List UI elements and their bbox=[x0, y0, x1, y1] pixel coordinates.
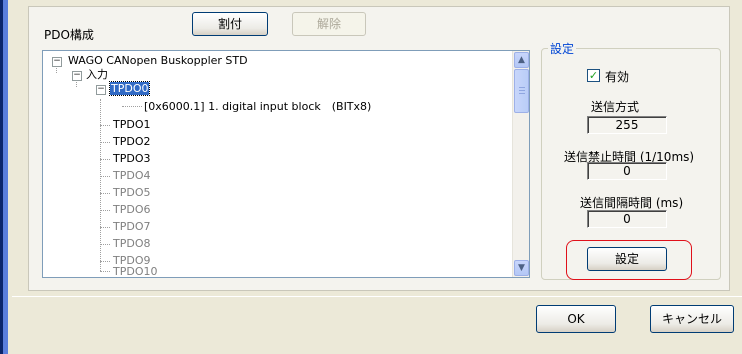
event-timer-field[interactable]: 0 bbox=[587, 210, 667, 228]
tree-line bbox=[100, 261, 110, 262]
tree-line bbox=[100, 176, 110, 177]
inhibit-time-field[interactable]: 0 bbox=[587, 162, 667, 180]
cancel-button[interactable]: キャンセル bbox=[650, 305, 734, 333]
apply-settings-button[interactable]: 設定 bbox=[587, 247, 667, 271]
tree-line bbox=[100, 142, 110, 143]
enabled-label: 有効 bbox=[605, 70, 630, 84]
ok-button[interactable]: OK bbox=[536, 305, 616, 333]
tree-line bbox=[100, 159, 110, 160]
tree-node-tpdo2[interactable]: TPDO2 bbox=[113, 135, 150, 148]
collapse-input-icon[interactable]: − bbox=[72, 71, 82, 81]
scroll-grip bbox=[519, 90, 525, 91]
enabled-checkbox[interactable]: ✓ bbox=[587, 69, 600, 82]
pdo-config-label: PDO構成 bbox=[44, 28, 94, 42]
tree-vertical-scrollbar[interactable]: ▲ ▼ bbox=[512, 51, 529, 277]
tree-line bbox=[122, 106, 142, 107]
tree-line bbox=[100, 227, 110, 228]
scroll-down-icon[interactable]: ▼ bbox=[514, 260, 529, 276]
separator bbox=[12, 296, 742, 297]
tree-node-tpdo1[interactable]: TPDO1 bbox=[113, 118, 150, 131]
tree-node-tpdo6[interactable]: TPDO6 bbox=[113, 203, 150, 216]
tree-line bbox=[100, 125, 110, 126]
scroll-grip bbox=[519, 87, 525, 88]
scroll-grip bbox=[519, 93, 525, 94]
release-button[interactable]: 解除 bbox=[292, 12, 366, 36]
tree-node-tpdo4[interactable]: TPDO4 bbox=[113, 169, 150, 182]
window-left-border bbox=[0, 0, 12, 354]
tree-line bbox=[100, 210, 110, 211]
tree-node-tpdo5[interactable]: TPDO5 bbox=[113, 186, 150, 199]
assign-button[interactable]: 割付 bbox=[192, 12, 268, 36]
tree-line bbox=[100, 193, 110, 194]
collapse-root-icon[interactable]: − bbox=[52, 57, 62, 67]
transmission-type-field[interactable]: 255 bbox=[587, 116, 667, 134]
transmission-type-label: 送信方式 bbox=[591, 100, 640, 114]
settings-group-title: 設定 bbox=[548, 40, 577, 57]
tree-node-tpdo10[interactable]: TPDO10 bbox=[113, 265, 157, 277]
collapse-tpdo0-icon[interactable]: − bbox=[96, 85, 106, 95]
pdo-tree-view[interactable]: − WAGO CANopen Buskoppler STD − 入力 − TPD… bbox=[42, 50, 530, 278]
tree-node-input[interactable]: 入力 bbox=[86, 68, 108, 81]
tree-line bbox=[100, 271, 110, 272]
tree-node-tpdo7[interactable]: TPDO7 bbox=[113, 220, 150, 233]
scroll-thumb[interactable] bbox=[514, 69, 529, 113]
dialog-window: PDO構成 割付 解除 − WAGO CANopen Buskoppler ST… bbox=[0, 0, 742, 354]
tree-node-root[interactable]: WAGO CANopen Buskoppler STD bbox=[68, 54, 248, 67]
event-timer-label: 送信間隔時間 (ms) bbox=[580, 196, 684, 210]
tree-node-tpdo8[interactable]: TPDO8 bbox=[113, 237, 150, 250]
tree-node-tpdo3[interactable]: TPDO3 bbox=[113, 152, 150, 165]
scroll-up-icon[interactable]: ▲ bbox=[514, 52, 529, 68]
tree-line bbox=[100, 244, 110, 245]
tree-node-tpdo0[interactable]: TPDO0 bbox=[108, 81, 151, 96]
tree-node-digital-input-block[interactable]: [0x6000.1] 1. digital input block (BITx8… bbox=[144, 100, 371, 113]
